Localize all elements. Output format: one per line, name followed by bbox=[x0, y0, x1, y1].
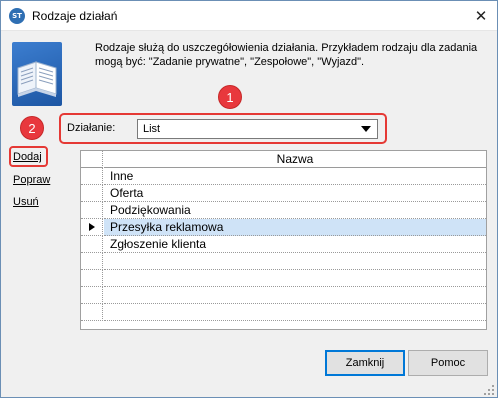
close-window-button[interactable]: ✕ bbox=[465, 1, 497, 30]
table-cell[interactable]: Inne bbox=[104, 168, 486, 185]
select-value: List bbox=[143, 123, 161, 135]
filter-label: Działanie: bbox=[67, 122, 116, 134]
app-logo-icon: ST bbox=[9, 8, 25, 24]
annotation-badge-1: 1 bbox=[218, 85, 242, 109]
table-row-selected[interactable]: Przesyłka reklamowa bbox=[81, 219, 486, 236]
table-cell[interactable]: Podziękowania bbox=[104, 202, 486, 219]
table-cell[interactable]: Oferta bbox=[104, 185, 486, 202]
resize-grip-icon[interactable] bbox=[483, 384, 495, 396]
empty-cell[interactable] bbox=[104, 253, 486, 270]
description-text: Rodzaje służą do uszczegółowienia działa… bbox=[95, 42, 478, 68]
row-selector[interactable] bbox=[81, 287, 103, 304]
current-row-pointer-icon bbox=[89, 223, 95, 231]
dialog-window: ST Rodzaje działań ✕ Rodzaje służą do us… bbox=[0, 0, 498, 398]
row-selector[interactable] bbox=[81, 219, 103, 236]
add-link[interactable]: Dodaj bbox=[13, 151, 42, 163]
empty-cell[interactable] bbox=[104, 270, 486, 287]
empty-cell[interactable] bbox=[104, 287, 486, 304]
title-bar: ST Rodzaje działań ✕ bbox=[1, 1, 497, 31]
edit-link[interactable]: Popraw bbox=[13, 174, 50, 186]
types-grid[interactable]: Nazwa Inne Oferta Podziękowania Przesyłk… bbox=[80, 150, 487, 330]
table-cell[interactable]: Zgłoszenie klienta bbox=[104, 236, 486, 253]
row-selector[interactable] bbox=[81, 270, 103, 287]
open-book-icon bbox=[12, 42, 62, 106]
table-row[interactable]: Oferta bbox=[81, 185, 486, 202]
row-selector[interactable] bbox=[81, 304, 103, 321]
action-type-select[interactable]: List bbox=[137, 119, 378, 139]
row-selector[interactable] bbox=[81, 202, 103, 219]
row-selector[interactable] bbox=[81, 185, 103, 202]
empty-row[interactable] bbox=[81, 270, 486, 287]
table-cell[interactable]: Przesyłka reklamowa bbox=[104, 219, 486, 236]
grid-header-row: Nazwa bbox=[81, 151, 486, 168]
empty-row[interactable] bbox=[81, 304, 486, 321]
delete-link[interactable]: Usuń bbox=[13, 196, 39, 208]
column-header-name[interactable]: Nazwa bbox=[104, 151, 486, 168]
empty-row[interactable] bbox=[81, 287, 486, 304]
empty-row[interactable] bbox=[81, 253, 486, 270]
table-row[interactable]: Inne bbox=[81, 168, 486, 185]
row-selector-header bbox=[81, 151, 103, 168]
empty-cell[interactable] bbox=[104, 304, 486, 321]
row-selector[interactable] bbox=[81, 168, 103, 185]
row-selector[interactable] bbox=[81, 253, 103, 270]
table-row[interactable]: Zgłoszenie klienta bbox=[81, 236, 486, 253]
close-button[interactable]: Zamknij bbox=[325, 350, 405, 376]
row-selector[interactable] bbox=[81, 236, 103, 253]
window-title: Rodzaje działań bbox=[32, 9, 118, 23]
annotation-badge-2: 2 bbox=[20, 116, 44, 140]
dropdown-arrow-icon[interactable] bbox=[361, 126, 371, 132]
help-button[interactable]: Pomoc bbox=[408, 350, 488, 376]
table-row[interactable]: Podziękowania bbox=[81, 202, 486, 219]
